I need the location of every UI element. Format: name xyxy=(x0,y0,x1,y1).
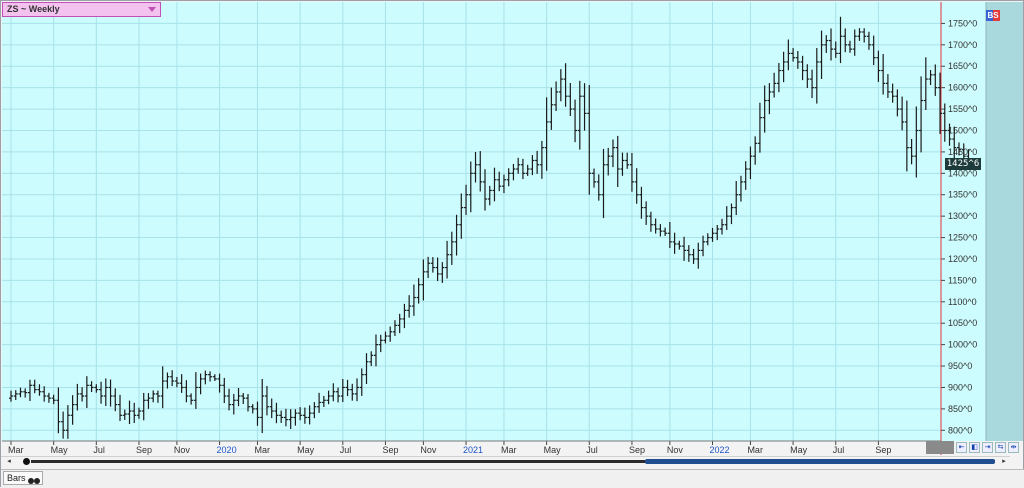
symbol-label: ZS ~ Weekly xyxy=(7,4,60,14)
nav-fit-button[interactable]: ⇹ xyxy=(1008,442,1019,453)
y-tick-label: 1350^0 xyxy=(948,190,977,200)
y-tick-label: 1300^0 xyxy=(948,211,977,221)
x-tick-label: Jul xyxy=(833,445,845,455)
x-tick-label: Jul xyxy=(340,445,352,455)
scale-sidebar xyxy=(986,2,1023,441)
link-icon xyxy=(28,475,40,484)
x-tick-label: May xyxy=(297,445,315,455)
x-tick-label: 2021 xyxy=(463,445,483,455)
nav-page-button[interactable]: ◧ xyxy=(969,442,980,453)
x-tick-label: Mar xyxy=(501,445,517,455)
y-tick-label: 1100^0 xyxy=(948,297,977,307)
x-tick-label: 2022 xyxy=(710,445,730,455)
bottom-tab-bar xyxy=(1,469,1024,488)
x-tick-label: Sep xyxy=(629,445,645,455)
y-tick-label: 1650^0 xyxy=(948,61,977,71)
buy-sell-badge[interactable]: BS xyxy=(986,10,1000,21)
y-tick-label: 1700^0 xyxy=(948,40,977,50)
scroll-start-handle[interactable] xyxy=(23,458,30,465)
y-tick-label: 1250^0 xyxy=(948,233,977,243)
y-tick-label: 1000^0 xyxy=(948,340,977,350)
y-tick-label: 850^0 xyxy=(948,404,972,414)
nav-zoom-button[interactable]: ⇆ xyxy=(995,442,1006,453)
x-tick-label: May xyxy=(544,445,562,455)
x-tick-label: May xyxy=(790,445,808,455)
price-chart[interactable]: 800^0 850^0 900^0 950^0 1000^0 1050^0 1100^0 11… xyxy=(1,1,1024,488)
chart-window: 800^0 850^0 900^0 950^0 1000^0 1050^0 1100^0 11… xyxy=(0,0,1024,488)
x-tick-label: May xyxy=(51,445,69,455)
scroll-thumb[interactable] xyxy=(645,459,995,464)
y-tick-label: 800^0 xyxy=(948,425,972,435)
scroll-left-arrow-icon[interactable]: ◂ xyxy=(4,458,14,466)
x-tick-label: Mar xyxy=(747,445,763,455)
nav-first-button[interactable]: ⇤ xyxy=(956,442,967,453)
x-tick-label: Nov xyxy=(174,445,191,455)
x-tick-label: Sep xyxy=(382,445,398,455)
tab-bars-label: Bars xyxy=(7,473,26,483)
scale-corner-block xyxy=(926,441,954,454)
tab-bars[interactable]: Bars xyxy=(3,471,43,485)
y-tick-label: 1500^0 xyxy=(948,125,977,135)
y-tick-label: 1050^0 xyxy=(948,318,977,328)
x-tick-label: Mar xyxy=(254,445,270,455)
y-tick-label: 1200^0 xyxy=(948,254,977,264)
x-tick-label: Sep xyxy=(136,445,152,455)
y-tick-label: 1150^0 xyxy=(948,275,977,285)
x-tick-label: Sep xyxy=(875,445,891,455)
y-tick-label: 1450^0 xyxy=(948,147,977,157)
last-price-tag: 1425^6 xyxy=(945,158,981,170)
y-tick-label: 900^0 xyxy=(948,382,972,392)
x-tick-label: Nov xyxy=(667,445,684,455)
x-tick-label: Nov xyxy=(420,445,437,455)
x-tick-label: Jul xyxy=(586,445,598,455)
x-tick-label: Jul xyxy=(93,445,105,455)
x-tick-label: Mar xyxy=(8,445,24,455)
nav-last-button[interactable]: ⇥ xyxy=(982,442,993,453)
y-tick-label: 950^0 xyxy=(948,361,972,371)
x-tick-label: 2020 xyxy=(217,445,237,455)
y-tick-label: 1600^0 xyxy=(948,83,977,93)
y-tick-label: 1750^0 xyxy=(948,18,977,28)
y-tick-label: 1550^0 xyxy=(948,104,977,114)
symbol-selector[interactable]: ZS ~ Weekly xyxy=(2,2,161,17)
chevron-down-icon[interactable] xyxy=(148,7,156,12)
plot-area xyxy=(2,2,941,441)
scroll-right-arrow-icon[interactable]: ▸ xyxy=(999,458,1009,466)
